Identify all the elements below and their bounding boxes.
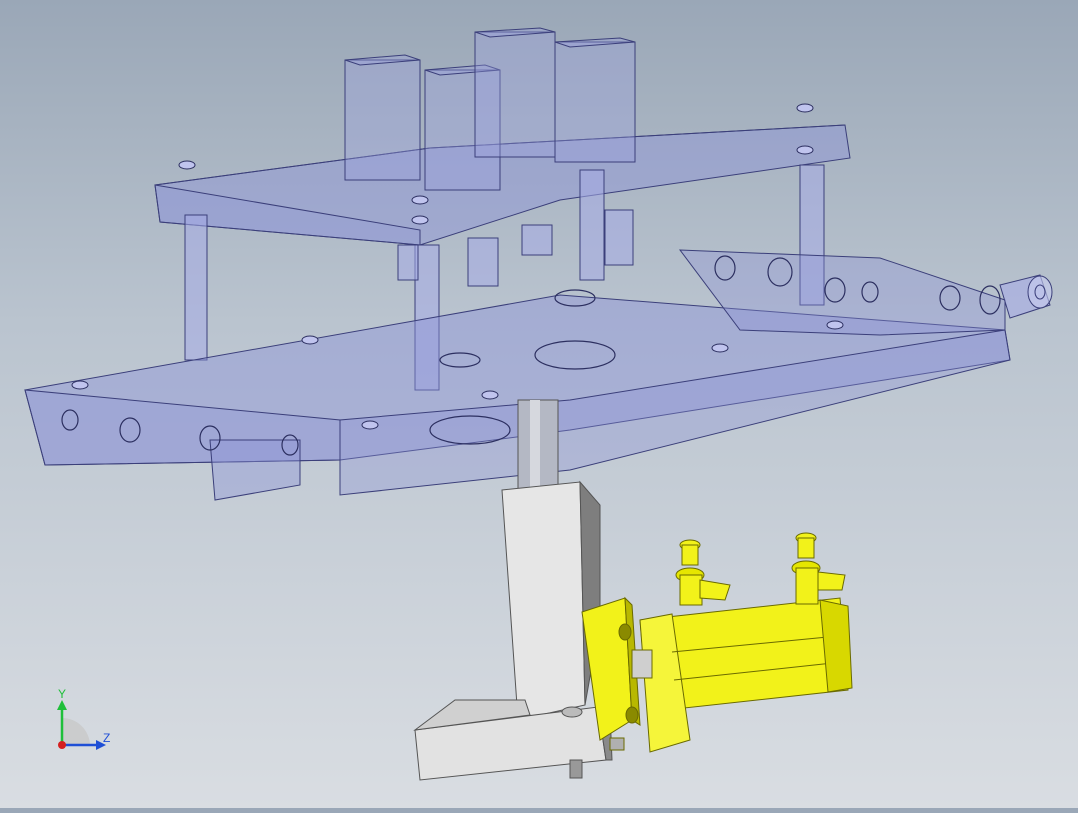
- air-fitting-right[interactable]: [791, 532, 846, 605]
- triad-plane: [62, 718, 90, 745]
- pneumatic-cylinder[interactable]: [581, 596, 853, 753]
- air-fitting-left[interactable]: [675, 539, 731, 606]
- z-axis-label: Z: [103, 731, 110, 745]
- y-axis-label: Y: [58, 687, 66, 701]
- side-shaft: [999, 274, 1053, 319]
- coordinate-triad: Y Z: [57, 687, 110, 750]
- cad-viewport[interactable]: Y Z: [0, 0, 1078, 808]
- x-axis-origin: [58, 741, 66, 749]
- piston-rod[interactable]: [517, 399, 559, 491]
- vertical-bracket[interactable]: [413, 480, 613, 781]
